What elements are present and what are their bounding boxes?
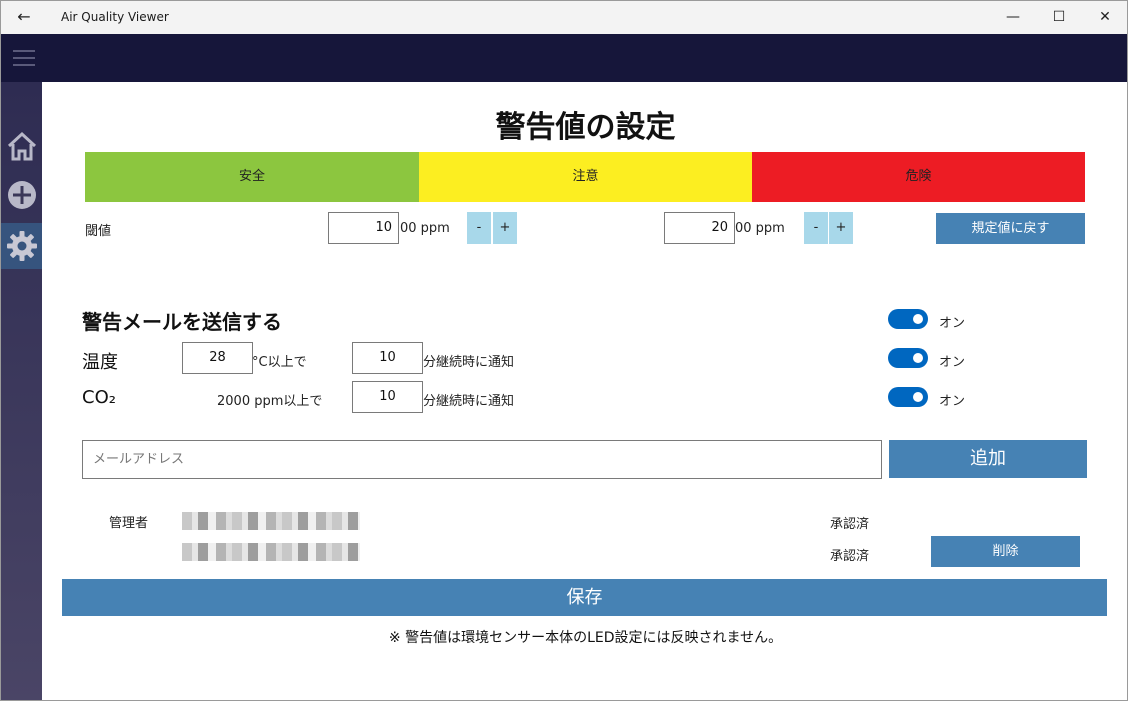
co2-label: CO₂ [82,387,116,408]
footer-note: ※ 警告値は環境センサー本体のLED設定には反映されません。 [388,630,783,646]
email-address-input[interactable] [82,440,882,479]
recipient-status-2: 承認済 [830,549,870,564]
temperature-toggle-label: オン [939,355,966,370]
co2-toggle[interactable] [888,387,928,407]
title-bar: ← Air Quality Viewer — ☐ ✕ [1,1,1127,34]
sidebar-item-settings[interactable] [1,223,42,269]
danger-threshold-unit: 00 ppm [735,221,785,236]
reset-defaults-button[interactable]: 規定値に戻す [936,213,1085,244]
minimize-button[interactable]: — [990,1,1036,34]
temperature-suffix: °C以上で [252,355,307,370]
temperature-duration-input[interactable]: 10 [352,342,423,374]
temperature-duration-suffix: 分継続時に通知 [423,355,515,370]
co2-duration-suffix: 分継続時に通知 [423,394,515,409]
hamburger-menu-icon[interactable] [13,50,35,66]
close-button[interactable]: ✕ [1082,1,1127,34]
danger-threshold-input[interactable]: 20 [664,212,735,244]
band-danger: 危険 [752,152,1085,202]
band-caution: 注意 [419,152,752,202]
redacted-email-1 [182,512,360,530]
email-alert-toggle[interactable] [888,309,928,329]
redacted-email-2 [182,543,360,561]
sidebar-item-home[interactable] [1,123,42,169]
caution-threshold-unit: 00 ppm [400,221,450,236]
co2-threshold-text: 2000 ppm以上で [217,394,323,409]
caution-increment-button[interactable]: + [493,212,517,244]
co2-toggle-label: オン [939,394,966,409]
danger-increment-button[interactable]: + [829,212,853,244]
app-title: Air Quality Viewer [61,10,169,24]
delete-recipient-button[interactable]: 削除 [931,536,1080,567]
app-window: ← Air Quality Viewer — ☐ ✕ 警告値の設定 安全 注意 … [0,0,1128,701]
plus-circle-icon [8,181,36,209]
admin-label: 管理者 [109,516,149,531]
settings-content: 警告値の設定 安全 注意 危険 閾値 10 00 ppm - + 20 00 p… [42,82,1127,700]
maximize-button[interactable]: ☐ [1036,1,1082,34]
email-alert-heading: 警告メールを送信する [82,310,282,334]
threshold-label: 閾値 [85,224,112,239]
back-arrow-icon[interactable]: ← [11,5,37,29]
temperature-label: 温度 [82,352,118,373]
home-icon [7,131,37,161]
recipient-status-1: 承認済 [830,517,870,532]
header-band [1,34,1127,82]
save-button[interactable]: 保存 [62,579,1107,616]
temperature-input[interactable]: 28 [182,342,253,374]
page-title: 警告値の設定 [495,110,676,145]
add-email-button[interactable]: 追加 [889,440,1087,478]
sidebar-item-add[interactable] [1,173,42,219]
gear-icon [7,231,37,261]
band-safe: 安全 [85,152,419,202]
temperature-toggle[interactable] [888,348,928,368]
caution-decrement-button[interactable]: - [467,212,491,244]
caution-threshold-input[interactable]: 10 [328,212,399,244]
email-alert-toggle-label: オン [939,316,966,331]
sidebar [1,82,42,700]
danger-decrement-button[interactable]: - [804,212,828,244]
co2-duration-input[interactable]: 10 [352,381,423,413]
